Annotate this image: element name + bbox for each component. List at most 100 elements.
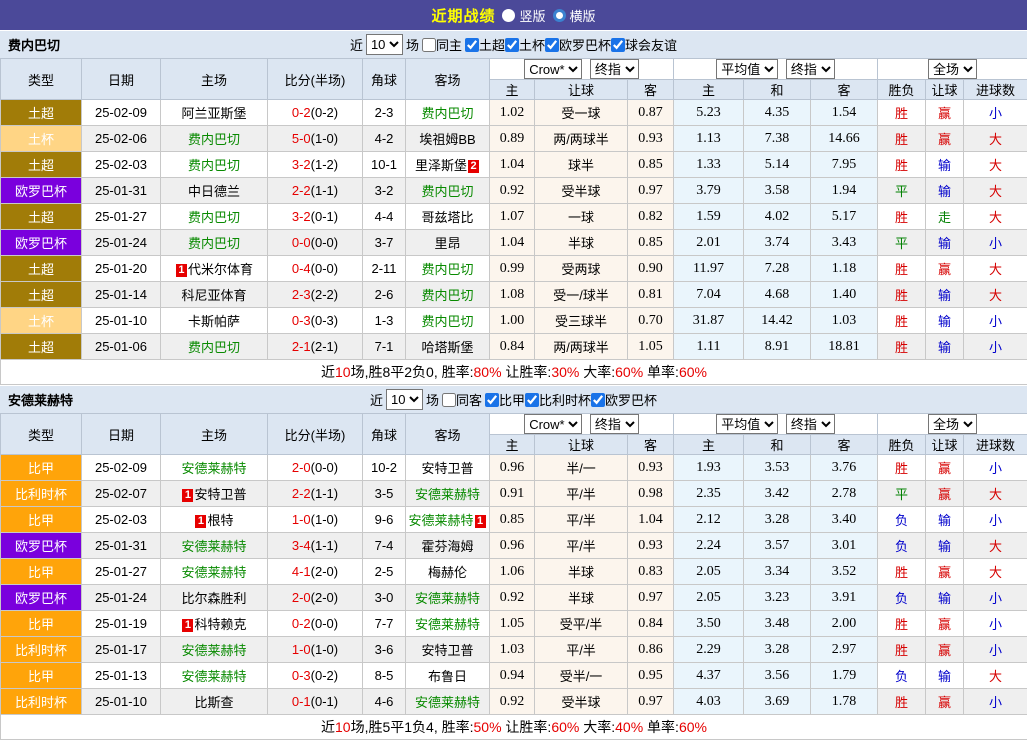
league-filter[interactable]: 土杯 — [505, 35, 545, 54]
league-checkbox[interactable] — [525, 393, 539, 407]
same-venue-checkbox[interactable] — [442, 393, 456, 407]
team-name[interactable]: 里昂 — [434, 236, 460, 251]
scope-select[interactable]: 全场 — [928, 414, 977, 434]
team-name[interactable]: 阿兰亚斯堡 — [181, 106, 246, 121]
avg-away-odds: 2.00 — [811, 611, 878, 637]
team-name[interactable]: 费内巴切 — [188, 236, 240, 251]
team-name[interactable]: 根特 — [207, 513, 233, 528]
team-name[interactable]: 安特卫普 — [194, 487, 246, 502]
league-checkbox[interactable] — [545, 38, 559, 52]
corner-count: 2-11 — [363, 256, 406, 282]
layout-option-horizontal[interactable]: 横版 — [553, 6, 596, 25]
league-filter[interactable]: 欧罗巴杯 — [591, 390, 657, 409]
team-name[interactable]: 里泽斯堡 — [415, 158, 467, 173]
team-name[interactable]: 安德莱赫特 — [415, 695, 480, 710]
average-stage-select[interactable]: 终指 — [786, 59, 835, 79]
league-checkbox[interactable] — [505, 38, 519, 52]
match-date: 25-02-07 — [82, 481, 161, 507]
team-name[interactable]: 代米尔体育 — [188, 262, 253, 277]
summary-text: 10 — [335, 364, 351, 380]
team-name[interactable]: 比尔森胜利 — [181, 591, 246, 606]
team-name[interactable]: 霍芬海姆 — [421, 539, 473, 554]
team-name[interactable]: 比斯查 — [194, 695, 233, 710]
team-name[interactable]: 安德莱赫特 — [181, 539, 246, 554]
team-name[interactable]: 安特卫普 — [421, 461, 473, 476]
team-name[interactable]: 费内巴切 — [421, 288, 473, 303]
result-handicap: 赢 — [926, 455, 964, 481]
team-name[interactable]: 安德莱赫特 — [181, 565, 246, 580]
fulltime-score: 2-0 — [292, 590, 311, 605]
bookmaker-select[interactable]: Crow* — [524, 414, 582, 434]
bookmaker-select[interactable]: Crow* — [524, 59, 582, 79]
result-handicap: 赢 — [926, 689, 964, 715]
team-name[interactable]: 费内巴切 — [421, 314, 473, 329]
layout-option-vertical[interactable]: 竖版 — [502, 6, 545, 25]
odds-stage-select[interactable]: 终指 — [590, 59, 639, 79]
same-venue-filter[interactable]: 同客 — [442, 390, 482, 409]
team-name[interactable]: 安德莱赫特 — [181, 669, 246, 684]
league-filter[interactable]: 比利时杯 — [525, 390, 591, 409]
league-checkbox[interactable] — [465, 38, 479, 52]
crow-home-odds: 0.99 — [490, 256, 535, 282]
table-row: 土超25-02-09阿兰亚斯堡0-2(0-2)2-3费内巴切1.02受一球0.8… — [1, 100, 1027, 126]
team-name[interactable]: 安德莱赫特 — [408, 513, 473, 528]
away-team-cell: 安德莱赫特 — [406, 481, 490, 507]
team-name[interactable]: 布鲁日 — [428, 669, 467, 684]
team-name[interactable]: 费内巴切 — [421, 184, 473, 199]
team-name[interactable]: 费内巴切 — [188, 132, 240, 147]
team-name[interactable]: 科尼亚体育 — [181, 288, 246, 303]
team-name[interactable]: 梅赫伦 — [428, 565, 467, 580]
same-venue-filter[interactable]: 同主 — [422, 35, 462, 54]
result-handicap: 走 — [926, 204, 964, 230]
team-name[interactable]: 哥兹塔比 — [421, 210, 473, 225]
team-name[interactable]: 卡斯帕萨 — [188, 314, 240, 329]
score-cell: 3-4(1-1) — [268, 533, 363, 559]
team-name[interactable]: 费内巴切 — [421, 262, 473, 277]
subcol-crow-away: 客 — [628, 435, 674, 455]
radio-selected-icon[interactable] — [502, 9, 515, 22]
team-name[interactable]: 安特卫普 — [421, 643, 473, 658]
team-name[interactable]: 费内巴切 — [188, 210, 240, 225]
crow-away-odds: 0.98 — [628, 481, 674, 507]
avg-away-odds: 3.01 — [811, 533, 878, 559]
radio-unselected-icon[interactable] — [553, 9, 566, 22]
team-name[interactable]: 哈塔斯堡 — [421, 340, 473, 355]
league-checkbox[interactable] — [591, 393, 605, 407]
crow-away-odds: 0.97 — [628, 585, 674, 611]
crow-handicap: 平/半 — [535, 507, 628, 533]
team-name[interactable]: 安德莱赫特 — [181, 643, 246, 658]
league-checkbox[interactable] — [485, 393, 499, 407]
team-name[interactable]: 中日德兰 — [188, 184, 240, 199]
average-select[interactable]: 平均值 — [716, 414, 778, 434]
team-name[interactable]: 安德莱赫特 — [415, 617, 480, 632]
team-name[interactable]: 安德莱赫特 — [415, 591, 480, 606]
league-filter[interactable]: 欧罗巴杯 — [545, 35, 611, 54]
scope-select[interactable]: 全场 — [928, 59, 977, 79]
average-select[interactable]: 平均值 — [716, 59, 778, 79]
avg-away-odds: 1.54 — [811, 100, 878, 126]
league-filter[interactable]: 比甲 — [485, 390, 525, 409]
team-name[interactable]: 科特赖克 — [194, 617, 246, 632]
match-type-cell: 比甲 — [1, 455, 82, 481]
average-stage-select[interactable]: 终指 — [786, 414, 835, 434]
avg-draw-odds: 5.14 — [744, 152, 811, 178]
match-type-cell: 比甲 — [1, 559, 82, 585]
league-checkbox[interactable] — [611, 38, 625, 52]
same-venue-checkbox[interactable] — [422, 38, 436, 52]
crow-home-odds: 1.02 — [490, 100, 535, 126]
league-filter[interactable]: 土超 — [465, 35, 505, 54]
match-count-select[interactable]: 10 — [386, 389, 423, 410]
team-name[interactable]: 费内巴切 — [421, 106, 473, 121]
summary-text: 60% — [551, 719, 579, 735]
team-name[interactable]: 费内巴切 — [188, 158, 240, 173]
team-name[interactable]: 埃祖姆BB — [419, 132, 475, 147]
league-filter[interactable]: 球会友谊 — [611, 35, 677, 54]
team-name[interactable]: 费内巴切 — [188, 340, 240, 355]
team-name[interactable]: 安德莱赫特 — [181, 461, 246, 476]
odds-stage-select[interactable]: 终指 — [590, 414, 639, 434]
league-filter-label: 球会友谊 — [625, 35, 677, 54]
match-count-select[interactable]: 10 — [366, 34, 403, 55]
col-header-type: 类型 — [1, 414, 82, 455]
team-name[interactable]: 安德莱赫特 — [415, 487, 480, 502]
same-venue-label: 同客 — [456, 390, 482, 409]
